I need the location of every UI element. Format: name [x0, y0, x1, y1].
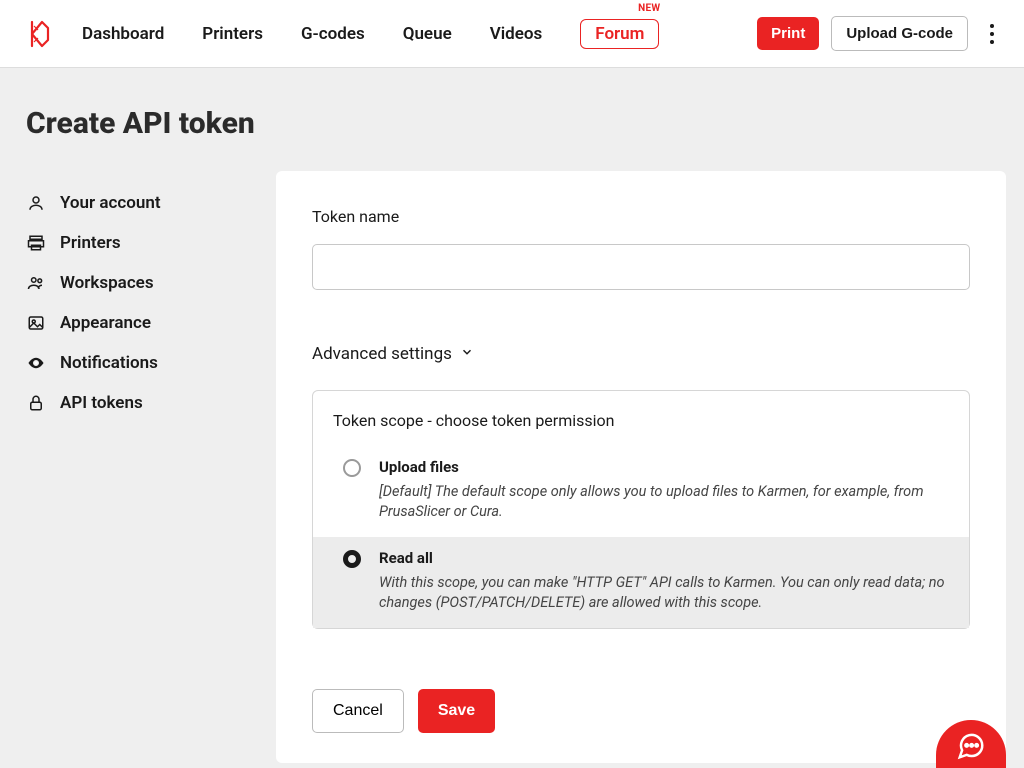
form-card: Token name Advanced settings Token scope… — [276, 171, 1006, 763]
nav-videos[interactable]: Videos — [490, 24, 543, 44]
sidebar-item-api-tokens[interactable]: API tokens — [26, 383, 246, 423]
sidebar-item-label: Printers — [60, 233, 121, 253]
advanced-settings-label: Advanced settings — [312, 344, 452, 364]
token-scope-group: Token scope - choose token permission Up… — [312, 390, 970, 629]
scope-option-label: Upload files — [379, 458, 947, 476]
new-badge: NEW — [638, 3, 660, 14]
printer-icon — [26, 233, 46, 253]
token-name-label: Token name — [312, 207, 970, 226]
scope-option-label: Read all — [379, 549, 947, 567]
sidebar-item-workspaces[interactable]: Workspaces — [26, 263, 246, 303]
sidebar-item-label: API tokens — [60, 393, 143, 413]
lock-icon — [26, 393, 46, 413]
scope-option-desc: [Default] The default scope only allows … — [379, 482, 947, 521]
save-button[interactable]: Save — [418, 689, 495, 733]
kebab-menu-icon[interactable] — [980, 24, 1004, 44]
nav-gcodes[interactable]: G-codes — [301, 24, 365, 44]
eye-icon — [26, 353, 46, 373]
scope-option-upload-files[interactable]: Upload files [Default] The default scope… — [313, 446, 969, 537]
sidebar-item-printers[interactable]: Printers — [26, 223, 246, 263]
token-name-input[interactable] — [312, 244, 970, 290]
chat-icon — [956, 723, 986, 765]
sidebar-item-label: Your account — [60, 193, 161, 213]
settings-sidebar: Your account Printers Workspaces Appeara… — [26, 171, 246, 763]
radio-icon — [343, 550, 361, 568]
sidebar-item-label: Notifications — [60, 353, 158, 373]
user-icon — [26, 193, 46, 213]
image-icon — [26, 313, 46, 333]
nav-queue[interactable]: Queue — [403, 24, 452, 44]
chevron-down-icon — [460, 344, 474, 364]
scope-option-read-all[interactable]: Read all With this scope, you can make "… — [313, 537, 969, 628]
sidebar-item-label: Appearance — [60, 313, 151, 333]
brand-logo[interactable] — [28, 20, 52, 48]
nav-forum[interactable]: NEW Forum — [580, 19, 659, 49]
upload-gcode-button[interactable]: Upload G-code — [831, 16, 968, 51]
nav-forum-label: Forum — [595, 24, 644, 44]
top-nav: Dashboard Printers G-codes Queue Videos … — [0, 0, 1024, 68]
scope-option-body: Read all With this scope, you can make "… — [379, 549, 947, 612]
sidebar-item-label: Workspaces — [60, 273, 154, 293]
sidebar-item-notifications[interactable]: Notifications — [26, 343, 246, 383]
cancel-button[interactable]: Cancel — [312, 689, 404, 733]
nav-printers[interactable]: Printers — [202, 24, 263, 44]
scope-option-desc: With this scope, you can make "HTTP GET"… — [379, 573, 947, 612]
form-actions: Cancel Save — [312, 689, 970, 733]
advanced-settings-toggle[interactable]: Advanced settings — [312, 344, 970, 364]
nav-dashboard[interactable]: Dashboard — [82, 24, 164, 44]
header-actions: Print Upload G-code — [757, 16, 1004, 51]
print-button[interactable]: Print — [757, 17, 819, 50]
nav-links: Dashboard Printers G-codes Queue Videos … — [82, 19, 659, 49]
token-scope-title: Token scope - choose token permission — [333, 411, 969, 430]
scope-option-body: Upload files [Default] The default scope… — [379, 458, 947, 521]
sidebar-item-appearance[interactable]: Appearance — [26, 303, 246, 343]
sidebar-item-account[interactable]: Your account — [26, 183, 246, 223]
page-title: Create API token — [26, 106, 1024, 141]
radio-icon — [343, 459, 361, 477]
users-icon — [26, 273, 46, 293]
